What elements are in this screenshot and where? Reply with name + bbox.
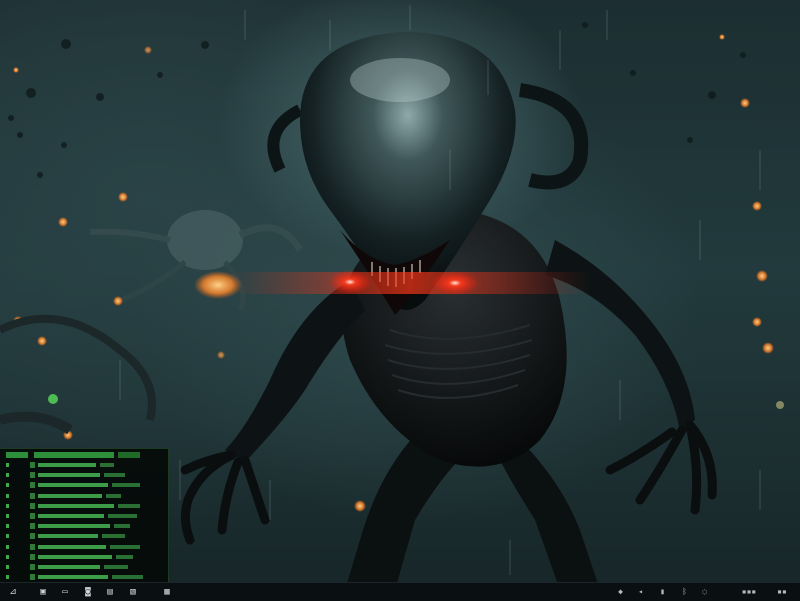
start-menu-icon[interactable]: ⊿: [6, 585, 20, 599]
tentacles: [0, 314, 156, 435]
file-manager-icon[interactable]: ▣: [36, 585, 50, 599]
alien-body: [180, 31, 717, 590]
clock-icon[interactable]: ▪▪: [772, 587, 792, 596]
tray-status-icon[interactable]: ▪▪▪: [736, 587, 762, 596]
settings-icon[interactable]: ▦: [160, 585, 174, 599]
notification-icon[interactable]: ◌: [700, 587, 709, 596]
bluetooth-icon[interactable]: ᛒ: [680, 587, 689, 596]
background-creature: [89, 210, 304, 312]
network-icon[interactable]: ◆: [616, 587, 625, 596]
right-eye-glow: [431, 271, 479, 295]
red-light-beam: [230, 272, 590, 294]
volume-icon[interactable]: ◂: [636, 587, 645, 596]
image-viewer-icon[interactable]: ▧: [126, 585, 140, 599]
media-icon[interactable]: ▤: [103, 585, 117, 599]
terminal-header: [4, 452, 164, 459]
browser-icon[interactable]: ◙: [80, 585, 96, 599]
taskbar: ⊿ ▣ ▭ ◙ ▤ ▧ ▦ ◆ ◂ ▮ ᛒ ◌ ▪▪▪ ▪▪: [0, 582, 800, 601]
battery-icon[interactable]: ▮: [658, 587, 667, 596]
left-eye-glow: [328, 270, 372, 294]
terminal-panel[interactable]: [0, 448, 169, 591]
terminal-icon[interactable]: ▭: [58, 585, 72, 599]
